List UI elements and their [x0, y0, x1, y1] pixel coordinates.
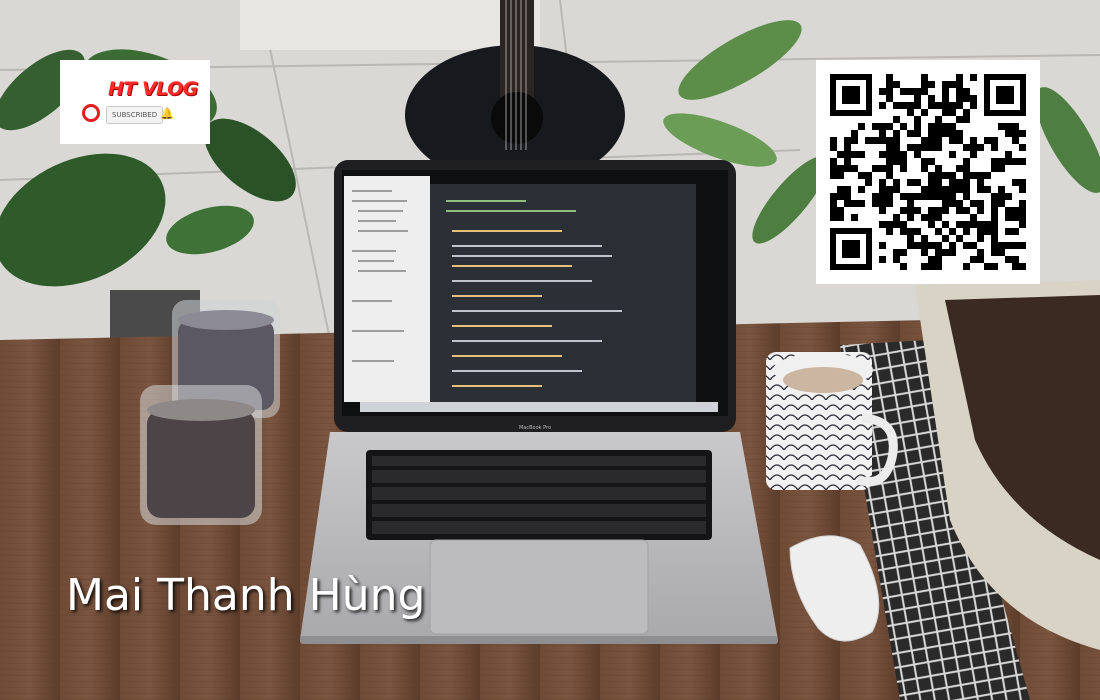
logo-title: HT VLOG [108, 78, 198, 100]
laptop-brand-label: MacBook Pro [519, 425, 551, 431]
subscribe-circle-icon [82, 104, 100, 122]
qr-code [816, 60, 1040, 284]
author-name: Mai Thanh Hùng [66, 570, 426, 621]
subscribed-badge: SUBSCRIBED [106, 106, 164, 124]
candle-front [140, 385, 262, 525]
bell-icon: 🔔 [160, 107, 174, 120]
channel-logo: HT VLOG SUBSCRIBED 🔔 [60, 60, 210, 144]
qr-code-icon [830, 74, 1026, 270]
